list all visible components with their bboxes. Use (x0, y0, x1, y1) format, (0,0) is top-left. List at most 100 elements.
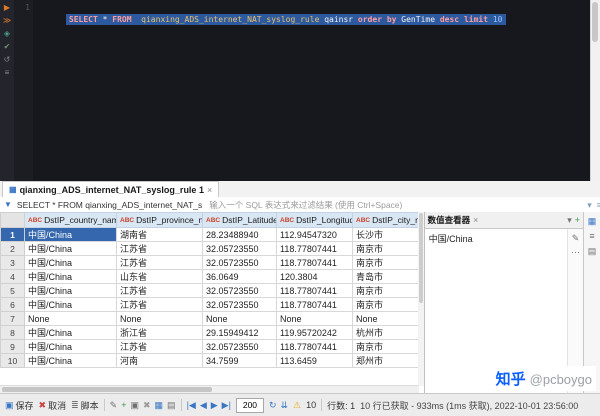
table-cell[interactable]: None (116, 311, 203, 326)
row-number[interactable]: 7 (0, 311, 25, 326)
metadata-panel-icon[interactable]: ≡ (589, 231, 594, 241)
table-cell[interactable]: 江苏省 (116, 241, 203, 256)
row-number[interactable]: 9 (0, 339, 25, 354)
column-header-DstIP_city_name[interactable]: ABCDstIP_city_name (352, 212, 420, 228)
table-cell[interactable]: 江苏省 (116, 255, 203, 270)
fetch-size-input[interactable] (235, 397, 264, 413)
table-cell[interactable]: None (202, 311, 277, 326)
table-cell[interactable]: 118.77807441 (276, 297, 353, 312)
table-cell[interactable]: 118.77807441 (276, 255, 353, 270)
row-number[interactable]: 1 (0, 227, 25, 242)
table-cell[interactable]: 江苏省 (116, 283, 203, 298)
rollback-icon[interactable]: ↺ (4, 55, 11, 64)
table-cell[interactable]: 32.05723550 (202, 255, 277, 270)
explain-plan-icon[interactable]: ◈ (4, 29, 10, 38)
column-header-DstIP_country_name[interactable]: ABC DstIP_country_name (24, 212, 117, 228)
cancel-button[interactable]: ✖ 取消 (39, 399, 67, 412)
table-cell[interactable]: 119.95720242 (276, 325, 353, 340)
table-cell[interactable]: 中国/China (24, 339, 117, 354)
grid-corner-cell[interactable] (0, 212, 25, 228)
row-number[interactable]: 6 (0, 297, 25, 312)
fetch-all-icon[interactable]: ⇊ (280, 400, 288, 410)
table-cell[interactable]: 118.77807441 (276, 241, 353, 256)
panels-icon[interactable]: ▤ (167, 400, 176, 410)
table-cell[interactable]: 36.0649 (202, 269, 277, 284)
table-cell[interactable]: 山东省 (116, 269, 203, 284)
table-cell[interactable]: 29.15949412 (202, 325, 277, 340)
table-cell[interactable]: 长沙市 (352, 227, 420, 242)
grid-panel-icon[interactable]: ▦ (588, 216, 597, 226)
table-cell[interactable]: 中国/China (24, 283, 117, 298)
results-tab[interactable]: ▦ qianxing_ADS_internet_NAT_syslog_rule … (2, 181, 220, 197)
table-cell[interactable]: 青岛市 (352, 269, 420, 284)
grid-mode-icon[interactable]: ▦ (155, 400, 164, 410)
table-cell[interactable]: 河南 (116, 353, 203, 368)
table-cell[interactable]: 34.7599 (202, 353, 277, 368)
table-cell[interactable]: 中国/China (24, 325, 117, 340)
grid-vertical-scrollbar[interactable] (417, 212, 424, 386)
fetch-next-page-icon[interactable]: ↻ (269, 400, 277, 410)
duplicate-row-icon[interactable]: ▣ (130, 400, 139, 410)
table-cell[interactable]: 32.05723550 (202, 241, 277, 256)
row-number[interactable]: 10 (0, 353, 25, 368)
row-number[interactable]: 3 (0, 255, 25, 270)
filter-input[interactable] (207, 198, 583, 211)
table-cell[interactable]: 32.05723550 (202, 283, 277, 298)
row-number[interactable]: 4 (0, 269, 25, 284)
execute-script-icon[interactable]: ≫ (3, 16, 11, 25)
value-viewer-close-icon[interactable]: × (473, 215, 478, 225)
table-cell[interactable]: 112.94547320 (276, 227, 353, 242)
table-cell[interactable]: 113.6459 (276, 353, 353, 368)
delete-row-icon[interactable]: ✖ (143, 400, 151, 410)
commit-icon[interactable]: ✔ (4, 42, 11, 51)
table-cell[interactable]: 南京市 (352, 283, 420, 298)
value-panel-toggle-icon[interactable]: ▤ (588, 246, 597, 256)
table-cell[interactable]: 南京市 (352, 339, 420, 354)
edit-cell-icon[interactable]: ✎ (110, 400, 118, 410)
table-cell[interactable]: 南京市 (352, 255, 420, 270)
table-cell[interactable]: 郑州市 (352, 353, 420, 368)
column-header-DstIP_province_name[interactable]: ABCDstIP_province_name (116, 212, 203, 228)
edit-value-icon[interactable]: ✎ (572, 233, 580, 243)
next-row-icon[interactable]: ▶ (211, 400, 218, 410)
table-cell[interactable]: 杭州市 (352, 325, 420, 340)
column-header-DstIP_Longitude[interactable]: ABCDstIP_Longitude (276, 212, 353, 228)
table-cell[interactable]: None (276, 311, 353, 326)
table-cell[interactable]: 32.05723550 (202, 297, 277, 312)
execute-statement-icon[interactable]: ▶ (4, 3, 10, 12)
column-header-DstIP_Latitude[interactable]: ABC DstIP_Latitude (202, 212, 277, 228)
table-cell[interactable]: 32.05723550 (202, 339, 277, 354)
table-cell[interactable]: 中国/China (24, 297, 117, 312)
table-cell[interactable]: 中国/China (24, 241, 117, 256)
sql-selection[interactable]: SELECT * FROM qianxing_ADS_internet_NAT_… (65, 14, 506, 25)
table-cell[interactable]: 湖南省 (116, 227, 203, 242)
previous-row-icon[interactable]: ◀ (200, 400, 207, 410)
script-button[interactable]: ≣ 脚本 (71, 399, 99, 412)
table-cell[interactable]: 28.23488940 (202, 227, 277, 242)
grid-vscroll-thumb[interactable] (418, 213, 423, 303)
add-row-icon[interactable]: + (121, 400, 126, 410)
table-cell[interactable]: 中国/China (24, 353, 117, 368)
editor-scrollbar-thumb[interactable] (592, 2, 598, 42)
apply-filter-icon[interactable]: ▾ (587, 200, 592, 210)
editor-menu-icon[interactable]: ≡ (5, 68, 10, 77)
last-row-icon[interactable]: ▶| (222, 400, 231, 410)
table-cell[interactable]: None (352, 311, 420, 326)
table-cell[interactable]: 118.77807441 (276, 339, 353, 354)
row-number[interactable]: 5 (0, 283, 25, 298)
table-cell[interactable]: 中国/China (24, 269, 117, 284)
sql-editor-content[interactable]: SELECT * FROM qianxing_ADS_internet_NAT_… (33, 0, 590, 181)
table-cell[interactable]: 120.3804 (276, 269, 353, 284)
tab-close-icon[interactable]: × (207, 185, 212, 195)
value-actions-icon[interactable]: ⋯ (571, 247, 580, 257)
table-cell[interactable]: 中国/China (24, 227, 117, 242)
editor-scrollbar[interactable] (590, 0, 600, 181)
row-number[interactable]: 8 (0, 325, 25, 340)
table-cell[interactable]: 江苏省 (116, 339, 203, 354)
grid-hscroll-thumb[interactable] (2, 387, 212, 392)
table-cell[interactable]: 江苏省 (116, 297, 203, 312)
table-cell[interactable]: 南京市 (352, 297, 420, 312)
panel-menu-icon[interactable]: ▾ (567, 215, 572, 225)
table-cell[interactable]: None (24, 311, 117, 326)
save-button[interactable]: ▣ 保存 (5, 399, 34, 412)
